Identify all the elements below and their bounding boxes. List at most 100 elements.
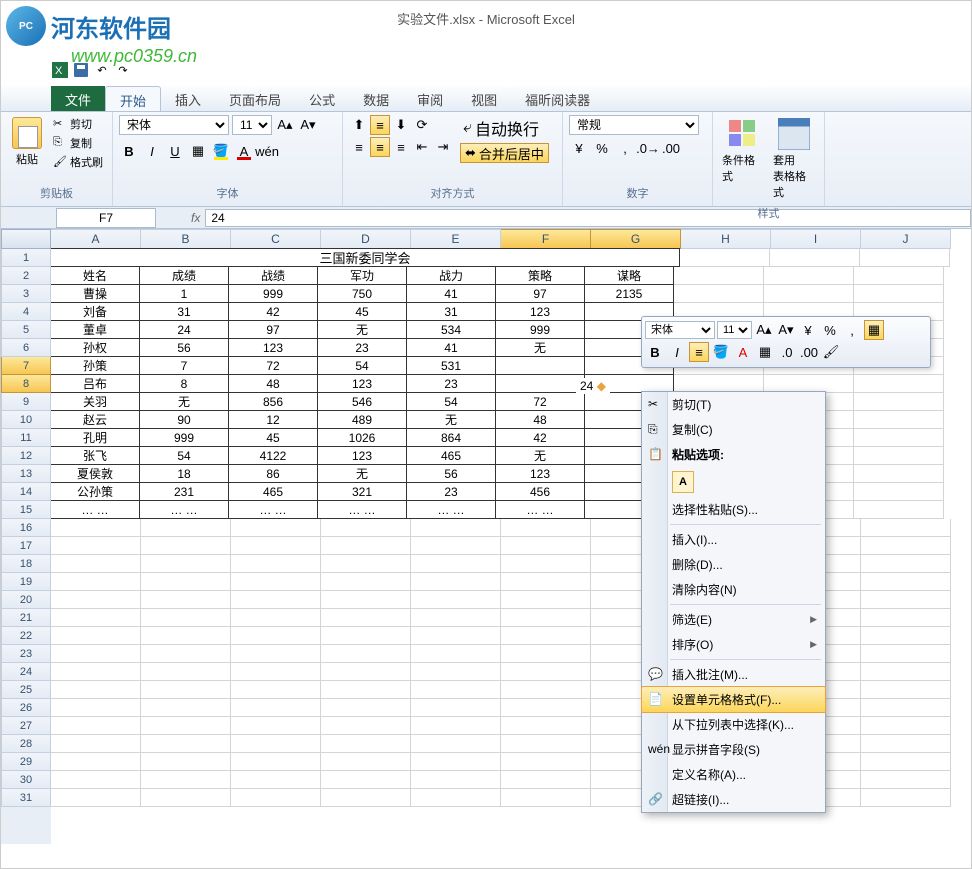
select-all-corner[interactable] bbox=[1, 229, 51, 249]
cell[interactable]: 无 bbox=[317, 464, 407, 483]
col-header-G[interactable]: G bbox=[591, 229, 681, 249]
ctx-hyperlink[interactable]: 🔗超链接(I)... bbox=[642, 787, 825, 812]
cell[interactable]: 999 bbox=[495, 320, 585, 339]
cell[interactable] bbox=[231, 609, 321, 627]
row-header-17[interactable]: 17 bbox=[1, 537, 51, 555]
cell[interactable] bbox=[854, 267, 944, 285]
cut-button[interactable]: ✂剪切 bbox=[50, 115, 106, 133]
tab-formula[interactable]: 公式 bbox=[295, 86, 349, 111]
cell[interactable] bbox=[854, 483, 944, 501]
cell[interactable] bbox=[411, 591, 501, 609]
cell[interactable]: 2135 bbox=[584, 284, 674, 303]
cell[interactable]: 23 bbox=[317, 338, 407, 357]
cell[interactable] bbox=[411, 789, 501, 807]
cell[interactable] bbox=[861, 519, 951, 537]
cell[interactable]: 750 bbox=[317, 284, 407, 303]
cell[interactable] bbox=[321, 771, 411, 789]
mini-border-icon[interactable]: ▦ bbox=[755, 342, 775, 362]
cell[interactable] bbox=[321, 537, 411, 555]
align-center-icon[interactable]: ≡ bbox=[370, 137, 390, 157]
align-left-icon[interactable]: ≡ bbox=[349, 137, 369, 157]
cell[interactable]: 4122 bbox=[228, 446, 318, 465]
row-header-2[interactable]: 2 bbox=[1, 267, 51, 285]
cell[interactable]: … … bbox=[51, 500, 140, 519]
cell[interactable]: 56 bbox=[139, 338, 229, 357]
cell[interactable] bbox=[231, 663, 321, 681]
row-header-28[interactable]: 28 bbox=[1, 735, 51, 753]
cell[interactable]: 123 bbox=[495, 464, 585, 483]
cell[interactable] bbox=[51, 771, 141, 789]
cell[interactable]: 42 bbox=[495, 428, 585, 447]
cell[interactable] bbox=[141, 681, 231, 699]
ctx-clear[interactable]: 清除内容(N) bbox=[642, 577, 825, 602]
cell[interactable] bbox=[501, 663, 591, 681]
cell[interactable] bbox=[231, 735, 321, 753]
cell[interactable]: 456 bbox=[495, 482, 585, 501]
cell[interactable]: 48 bbox=[228, 374, 318, 393]
cell[interactable]: 123 bbox=[495, 302, 585, 321]
mini-currency-icon[interactable]: ¥ bbox=[798, 320, 818, 340]
cell[interactable]: 董卓 bbox=[51, 320, 140, 339]
row-header-18[interactable]: 18 bbox=[1, 555, 51, 573]
cell[interactable] bbox=[141, 555, 231, 573]
cell[interactable]: 90 bbox=[139, 410, 229, 429]
row-header-29[interactable]: 29 bbox=[1, 753, 51, 771]
cell[interactable] bbox=[854, 411, 944, 429]
cell[interactable] bbox=[501, 717, 591, 735]
cell[interactable] bbox=[411, 735, 501, 753]
cell[interactable]: 546 bbox=[317, 392, 407, 411]
tab-view[interactable]: 视图 bbox=[457, 86, 511, 111]
mini-font-select[interactable]: 宋体 bbox=[645, 321, 715, 339]
cell[interactable] bbox=[141, 573, 231, 591]
currency-icon[interactable]: ¥ bbox=[569, 138, 589, 158]
cell[interactable] bbox=[231, 789, 321, 807]
cell[interactable] bbox=[321, 519, 411, 537]
phonetic-button[interactable]: wén bbox=[257, 141, 277, 161]
cell[interactable] bbox=[141, 537, 231, 555]
row-header-8[interactable]: 8 bbox=[1, 375, 51, 393]
cell[interactable] bbox=[321, 645, 411, 663]
cell[interactable]: 999 bbox=[139, 428, 229, 447]
cell[interactable] bbox=[141, 591, 231, 609]
cell[interactable] bbox=[501, 789, 591, 807]
cell[interactable]: 孙策 bbox=[51, 356, 140, 375]
cell[interactable]: 姓名 bbox=[51, 266, 140, 285]
merge-center-button[interactable]: ⬌合并后居中 bbox=[460, 143, 549, 163]
mini-size-select[interactable]: 11 bbox=[717, 321, 752, 339]
cell[interactable]: 23 bbox=[406, 482, 496, 501]
cell[interactable] bbox=[770, 249, 860, 267]
cell[interactable] bbox=[321, 753, 411, 771]
cell[interactable] bbox=[411, 609, 501, 627]
cell[interactable]: 56 bbox=[406, 464, 496, 483]
cell[interactable]: 41 bbox=[406, 284, 496, 303]
cell[interactable]: 31 bbox=[406, 302, 496, 321]
cell[interactable]: 86 bbox=[228, 464, 318, 483]
cell[interactable] bbox=[51, 519, 141, 537]
cell[interactable]: 无 bbox=[317, 320, 407, 339]
cell[interactable]: 534 bbox=[406, 320, 496, 339]
cell[interactable] bbox=[411, 627, 501, 645]
cell[interactable] bbox=[141, 627, 231, 645]
cell[interactable] bbox=[861, 663, 951, 681]
cell[interactable] bbox=[51, 681, 141, 699]
cell[interactable] bbox=[861, 537, 951, 555]
title-cell[interactable]: 三国新委同学会 bbox=[51, 248, 680, 267]
row-header-9[interactable]: 9 bbox=[1, 393, 51, 411]
cell[interactable]: … … bbox=[317, 500, 407, 519]
cell[interactable]: 赵云 bbox=[51, 410, 140, 429]
cell[interactable]: 231 bbox=[139, 482, 229, 501]
bold-button[interactable]: B bbox=[119, 141, 139, 161]
cell[interactable] bbox=[231, 771, 321, 789]
fx-icon[interactable]: fx bbox=[191, 211, 200, 225]
cell[interactable] bbox=[861, 735, 951, 753]
cell[interactable] bbox=[141, 753, 231, 771]
mini-shrink-font-icon[interactable]: A▾ bbox=[776, 320, 796, 340]
cell[interactable] bbox=[411, 537, 501, 555]
cell[interactable] bbox=[501, 645, 591, 663]
cell[interactable] bbox=[861, 717, 951, 735]
mini-fill-icon[interactable]: 🪣 bbox=[711, 342, 731, 362]
cell[interactable] bbox=[231, 699, 321, 717]
cell[interactable]: 45 bbox=[317, 302, 407, 321]
cell[interactable]: 321 bbox=[317, 482, 407, 501]
cell[interactable] bbox=[321, 591, 411, 609]
